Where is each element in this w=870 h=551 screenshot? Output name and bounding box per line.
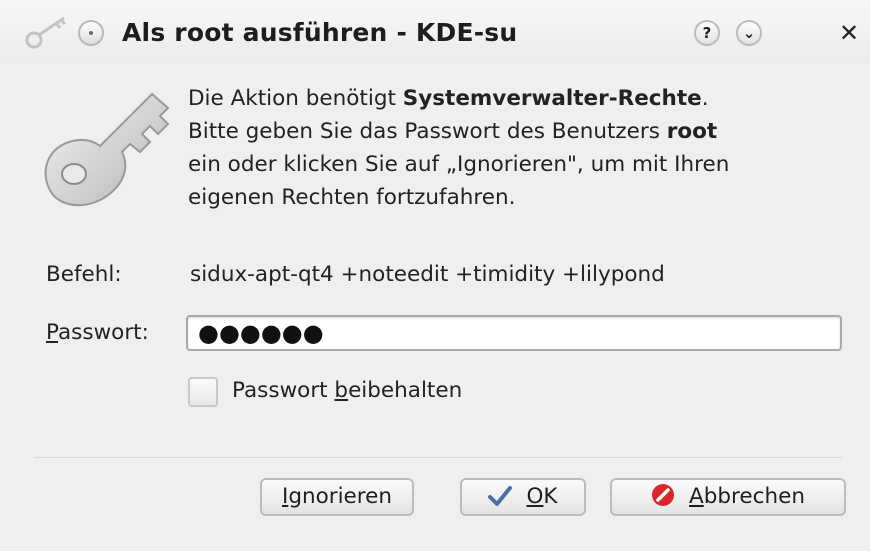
ok-button[interactable]: OK	[460, 478, 586, 516]
command-label: Befehl:	[46, 262, 122, 287]
password-label: Passwort:	[46, 320, 149, 345]
window-title: Als root ausführen - KDE-su	[122, 18, 518, 47]
cancel-icon	[652, 484, 675, 506]
command-value: sidux-apt-qt4 +noteedit +timidity +lilyp…	[190, 262, 665, 287]
help-icon[interactable]: ?	[694, 20, 720, 46]
title-bar[interactable]: Als root ausführen - KDE-su ? ⌄ ✕	[0, 0, 870, 64]
checkmark-icon	[488, 486, 513, 506]
minimize-icon[interactable]: ⌄	[736, 20, 762, 46]
password-value: ●●●●●●	[198, 319, 324, 347]
password-field[interactable]: ●●●●●●	[186, 315, 842, 351]
key-icon	[25, 16, 67, 49]
cancel-button[interactable]: Abbrechen	[610, 478, 846, 516]
separator	[34, 457, 842, 458]
dialog-body: Die Aktion benötigt Systemverwalter-Rech…	[12, 64, 862, 551]
kdesu-dialog: Als root ausführen - KDE-su ? ⌄ ✕ Die Ak…	[0, 0, 870, 551]
permission-message: Die Aktion benötigt Systemverwalter-Rech…	[188, 86, 730, 210]
key-icon	[44, 92, 170, 207]
ignore-button[interactable]: Ignorieren	[260, 478, 414, 516]
pin-icon[interactable]	[78, 20, 104, 46]
keep-password-checkbox[interactable]	[188, 377, 218, 407]
keep-password-label[interactable]: Passwort beibehalten	[232, 378, 462, 403]
close-icon[interactable]: ✕	[836, 20, 862, 46]
